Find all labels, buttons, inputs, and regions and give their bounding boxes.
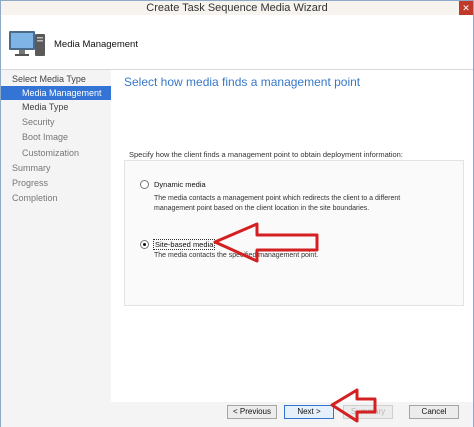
cancel-button[interactable]: Cancel [409,405,459,419]
wizard-footer: < Previous Next > Summary Cancel [1,402,473,427]
next-button[interactable]: Next > [284,405,334,419]
wizard-window: Create Task Sequence Media Wizard ✕ Medi… [0,0,474,427]
sidebar-item-media-management[interactable]: Media Management [1,86,111,100]
summary-button[interactable]: Summary [343,405,393,419]
site-based-media-label[interactable]: Site-based media [152,238,216,250]
site-based-media-radio[interactable] [140,239,149,249]
site-based-media-option[interactable]: Site-based media [140,238,216,250]
previous-button[interactable]: < Previous [227,405,277,419]
wizard-sidebar: Select Media Type Media Management Media… [1,70,111,404]
sidebar-item-summary[interactable]: Summary [1,161,111,175]
sidebar-item-progress[interactable]: Progress [1,176,111,190]
dynamic-media-label[interactable]: Dynamic media [154,180,206,189]
group-box: Dynamic media The media contacts a manag… [124,160,464,306]
page-title: Select how media finds a management poin… [124,75,361,89]
media-option-group: Specify how the client finds a managemen… [124,150,464,364]
wizard-main-panel: Select how media finds a management poin… [111,70,473,402]
window-title: Create Task Sequence Media Wizard [146,2,328,14]
computer-wizard-icon [9,31,45,56]
sidebar-item-boot-image[interactable]: Boot Image [1,130,111,144]
dynamic-media-description: The media contacts a management point wh… [154,195,401,212]
dynamic-media-option[interactable]: Dynamic media [140,178,206,190]
header-title: Media Management [54,39,138,50]
sidebar-item-customization[interactable]: Customization [1,146,111,160]
sidebar-item-security[interactable]: Security [1,115,111,129]
dynamic-media-radio[interactable] [140,179,149,189]
group-label: Specify how the client finds a managemen… [129,150,403,159]
wizard-header: Media Management [1,15,473,70]
sidebar-item-completion[interactable]: Completion [1,191,111,205]
site-based-media-description: The media contacts the specified managem… [154,252,319,259]
sidebar-item-media-type[interactable]: Media Type [1,100,111,114]
close-button[interactable]: ✕ [459,1,473,15]
sidebar-item-select-media-type[interactable]: Select Media Type [1,72,111,86]
title-bar: Create Task Sequence Media Wizard ✕ [1,1,473,15]
